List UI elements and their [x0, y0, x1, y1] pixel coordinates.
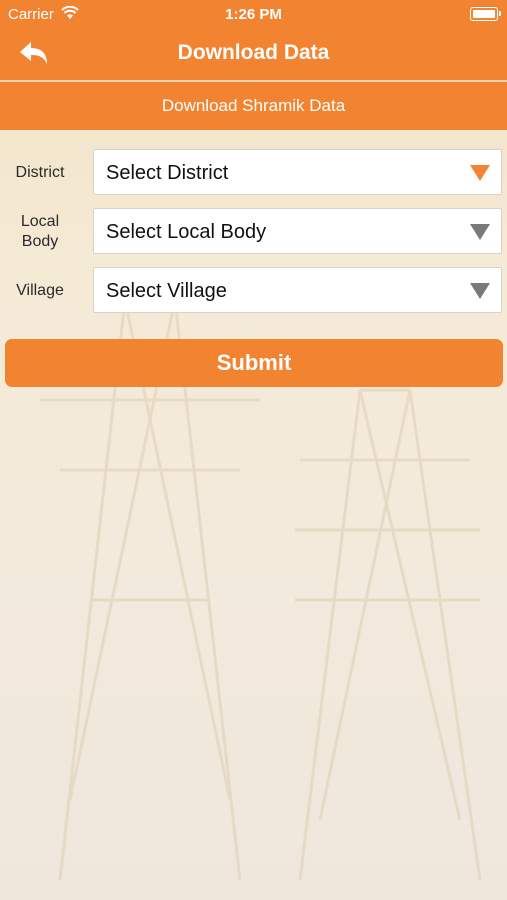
chevron-down-icon [470, 283, 490, 299]
sub-header: Download Shramik Data [0, 82, 507, 130]
village-select[interactable]: Select Village [93, 267, 502, 313]
chevron-down-icon [470, 165, 490, 181]
page-title: Download Data [177, 41, 330, 64]
local-body-label-line2: Body [21, 233, 59, 250]
status-time: 1:26 PM [225, 6, 282, 23]
local-body-select-value: Select Local Body [106, 221, 267, 243]
submit-button[interactable]: Submit [5, 339, 503, 387]
village-label: Village [16, 282, 64, 299]
district-select-value: Select District [106, 162, 229, 184]
district-label: District [15, 164, 65, 181]
status-bar: Carrier 1:26 PM [0, 0, 507, 28]
local-body-select[interactable]: Select Local Body [93, 208, 502, 254]
local-body-label: Local Body [4, 212, 76, 252]
background-image [0, 0, 507, 900]
power-towers-illustration [40, 298, 482, 881]
district-select[interactable]: Select District [93, 149, 502, 195]
battery-icon [470, 7, 501, 21]
local-body-label-line1: Local [20, 213, 60, 230]
village-select-value: Select Village [106, 280, 227, 302]
nav-bar: Download Data [0, 28, 507, 80]
chevron-down-icon [470, 224, 490, 240]
